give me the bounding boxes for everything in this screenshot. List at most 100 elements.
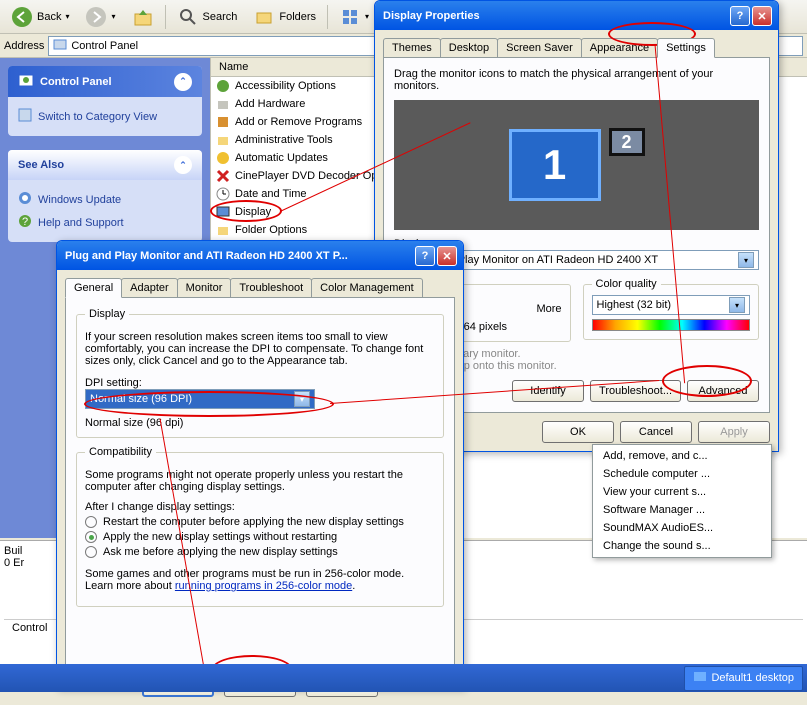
display-group-title: Display: [85, 308, 129, 320]
control-panel-icon: [53, 37, 67, 54]
tab-appearance[interactable]: Appearance: [581, 38, 658, 57]
dpi-value: Normal size (96 DPI): [90, 393, 192, 405]
datetime-icon: [215, 186, 231, 202]
menu-item[interactable]: Add, remove, and c...: [595, 447, 769, 465]
menu-item[interactable]: SoundMAX AudioES...: [595, 519, 769, 537]
ok-button[interactable]: OK: [542, 421, 614, 443]
apply-button[interactable]: Apply: [698, 421, 770, 443]
color-value: Highest (32 bit): [597, 299, 672, 311]
compatibility-group: Compatibility Some programs might not op…: [76, 452, 444, 607]
color-spectrum: [592, 319, 751, 331]
accessibility-icon: [215, 78, 231, 94]
tab-adapter[interactable]: Adapter: [121, 278, 178, 297]
see-also-box: See Also ⌃ Windows Update ? Help and Sup…: [8, 150, 202, 242]
item-label: Display: [235, 206, 271, 218]
menu-item[interactable]: View your current s...: [595, 483, 769, 501]
collapse-icon[interactable]: ⌃: [174, 73, 192, 91]
color-quality-group: Color quality Highest (32 bit) ▾: [583, 284, 760, 340]
folders-button[interactable]: Folders: [246, 2, 323, 32]
control-panel-box: Control Panel ⌃ Switch to Category View: [8, 66, 202, 136]
collapse-icon[interactable]: ⌃: [174, 156, 192, 174]
colormode-link[interactable]: running programs in 256-color mode: [175, 580, 352, 592]
dropdown-icon[interactable]: ▾: [738, 252, 754, 268]
separator: [327, 5, 328, 29]
dropdown-icon: ▾: [65, 12, 69, 21]
forward-button[interactable]: ▾: [78, 2, 122, 32]
display-group: Display If your screen resolution makes …: [76, 314, 444, 438]
after-change-label: After I change display settings:: [85, 501, 435, 513]
radio-label: Ask me before applying the new display s…: [103, 546, 338, 558]
window-title: Plug and Play Monitor and ATI Radeon HD …: [65, 250, 348, 262]
tab-troubleshoot[interactable]: Troubleshoot: [230, 278, 312, 297]
context-menu: Add, remove, and c... Schedule computer …: [592, 444, 772, 558]
display-icon: [215, 204, 231, 220]
taskbar-item[interactable]: Default1 desktop: [684, 666, 803, 691]
see-also-header: See Also ⌃: [8, 150, 202, 180]
dropdown-icon: ▾: [111, 12, 115, 21]
dropdown-icon[interactable]: ▾: [294, 391, 310, 407]
tab-general[interactable]: General: [65, 278, 122, 298]
tab-settings[interactable]: Settings: [657, 38, 715, 58]
tab-desktop[interactable]: Desktop: [440, 38, 498, 57]
search-label: Search: [203, 11, 238, 23]
item-label: Date and Time: [235, 188, 307, 200]
dpi-label: DPI setting:: [85, 377, 435, 389]
titlebar[interactable]: Plug and Play Monitor and ATI Radeon HD …: [57, 241, 463, 270]
switch-view-link[interactable]: Switch to Category View: [18, 105, 192, 128]
close-button[interactable]: ✕: [752, 6, 772, 26]
radio-label: Restart the computer before applying the…: [103, 516, 404, 528]
dropdown-icon[interactable]: ▾: [729, 297, 745, 313]
radio-icon: [85, 546, 97, 558]
advanced-properties-window: Plug and Play Monitor and ATI Radeon HD …: [56, 240, 464, 688]
more-label: More: [536, 303, 561, 315]
update-icon: [18, 191, 32, 208]
tab-row: Themes Desktop Screen Saver Appearance S…: [375, 30, 778, 57]
tab-screensaver[interactable]: Screen Saver: [497, 38, 582, 57]
folder-options-icon: [215, 222, 231, 238]
views-icon: [339, 6, 361, 28]
desktop-icon: [693, 670, 707, 687]
dpi-combo[interactable]: Normal size (96 DPI) ▾: [85, 389, 315, 409]
updates-icon: [215, 150, 231, 166]
up-button[interactable]: [125, 2, 161, 32]
switch-icon: [18, 108, 32, 125]
tab-monitor[interactable]: Monitor: [177, 278, 232, 297]
advanced-button[interactable]: Advanced: [687, 380, 759, 402]
help-support-link[interactable]: ? Help and Support: [18, 211, 192, 234]
help-button[interactable]: ?: [730, 6, 750, 26]
radio-restart[interactable]: Restart the computer before applying the…: [85, 516, 435, 528]
search-button[interactable]: Search: [170, 2, 245, 32]
item-label: CinePlayer DVD Decoder Op: [235, 170, 377, 182]
color-quality-title: Color quality: [592, 278, 661, 290]
tab-themes[interactable]: Themes: [383, 38, 441, 57]
identify-button[interactable]: Identify: [512, 380, 584, 402]
views-button[interactable]: ▾: [332, 2, 376, 32]
display-help: If your screen resolution makes screen i…: [85, 331, 435, 367]
monitor-arrange-area[interactable]: 1 2: [394, 100, 759, 230]
monitor-1[interactable]: 1: [509, 129, 601, 201]
troubleshoot-button[interactable]: Troubleshoot...: [590, 380, 681, 402]
panel-title: Control Panel: [40, 76, 112, 88]
menu-item[interactable]: Schedule computer ...: [595, 465, 769, 483]
monitor-2[interactable]: 2: [609, 128, 645, 156]
radio-apply-now[interactable]: Apply the new display settings without r…: [85, 531, 435, 543]
menu-item[interactable]: Software Manager ...: [595, 501, 769, 519]
dpi-description: Normal size (96 dpi): [85, 417, 435, 429]
menu-item[interactable]: Change the sound s...: [595, 537, 769, 555]
color-quality-combo[interactable]: Highest (32 bit) ▾: [592, 295, 751, 315]
cancel-button[interactable]: Cancel: [620, 421, 692, 443]
windows-update-link[interactable]: Windows Update: [18, 188, 192, 211]
radio-ask[interactable]: Ask me before applying the new display s…: [85, 546, 435, 558]
back-button[interactable]: Back ▾: [4, 2, 76, 32]
control-panel-header: Control Panel ⌃: [8, 66, 202, 97]
close-button[interactable]: ✕: [437, 246, 457, 266]
folders-icon: [253, 6, 275, 28]
forward-icon: [85, 6, 107, 28]
compat-help: Some programs might not operate properly…: [85, 469, 435, 493]
titlebar[interactable]: Display Properties ? ✕: [375, 1, 778, 30]
address-value: Control Panel: [71, 40, 138, 52]
tab-color-management[interactable]: Color Management: [311, 278, 423, 297]
help-button[interactable]: ?: [415, 246, 435, 266]
item-label: Automatic Updates: [235, 152, 328, 164]
item-label: Folder Options: [235, 224, 307, 236]
